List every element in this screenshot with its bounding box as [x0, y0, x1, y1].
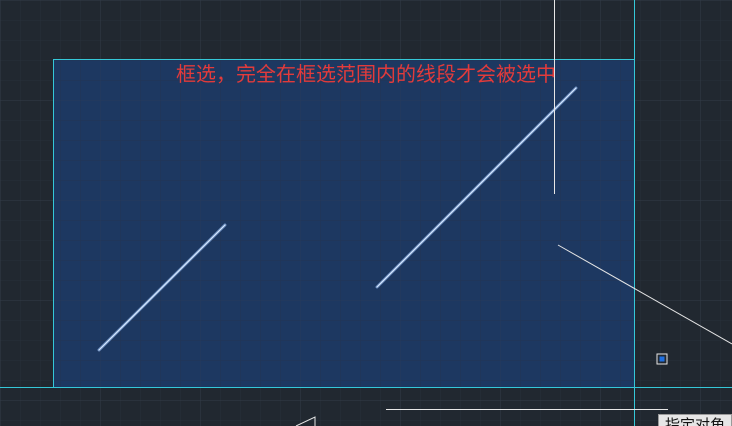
selection-window-grid	[54, 60, 634, 387]
grip-point-icon	[659, 356, 665, 362]
command-tooltip: 指定对角	[658, 414, 732, 426]
drawing-canvas[interactable]: 框选，完全在框选范围内的线段才会被选中 指定对角	[0, 0, 732, 426]
annotation-text: 框选，完全在框选范围内的线段才会被选中	[176, 62, 556, 86]
